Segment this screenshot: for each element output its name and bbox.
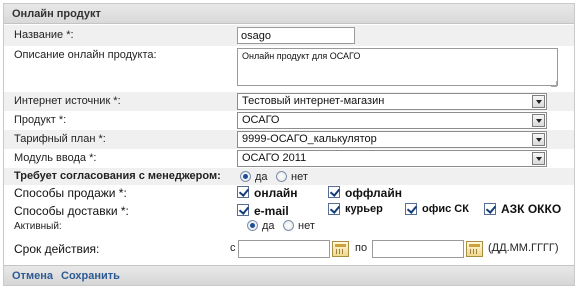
panel-footer: Отмена Сохранить <box>4 265 574 285</box>
tariff-label: Тарифный план *: <box>14 133 106 145</box>
source-select[interactable]: Тестовый интернет-магазин <box>237 93 547 110</box>
delivery-office-checkbox[interactable] <box>405 203 417 215</box>
approval-row: Требует согласования с менеджером: да не… <box>4 168 574 185</box>
delivery-azs-label: АЗК ОККО <box>501 202 562 216</box>
approval-yes-label: да <box>255 171 268 183</box>
online-product-panel: Онлайн продукт Название *: Описание онла… <box>3 3 575 286</box>
delivery-azs-checkbox[interactable] <box>484 203 496 215</box>
module-label: Модуль ввода *: <box>14 152 97 164</box>
name-input[interactable] <box>237 27 355 44</box>
sale-online-label: онлайн <box>254 186 298 200</box>
sale-offline-label: оффлайн <box>345 186 402 200</box>
delivery-email-label: e-mail <box>254 204 289 218</box>
approval-yes-radio[interactable] <box>240 171 251 182</box>
validity-from-label: с <box>230 242 236 254</box>
validity-to-input[interactable] <box>372 240 464 258</box>
delivery-office-label: офис СК <box>422 203 469 215</box>
active-row: Активный: да нет <box>4 217 574 236</box>
description-textarea-wrap: Онлайн продукт для ОСАГО <box>237 48 558 88</box>
tariff-select-value: 9999-ОСАГО_калькулятор <box>242 133 377 145</box>
active-no-radio[interactable] <box>283 220 294 231</box>
source-row: Интернет источник *: Тестовый интернет-м… <box>4 92 574 111</box>
resize-grip-icon[interactable] <box>551 81 557 87</box>
source-select-value: Тестовый интернет-магазин <box>242 95 385 107</box>
source-label: Интернет источник *: <box>14 95 121 107</box>
sale-online-checkbox[interactable] <box>237 186 249 198</box>
validity-label: Срок действия: <box>14 242 100 256</box>
delivery-courier-label: курьер <box>345 203 383 215</box>
cancel-link[interactable]: Отмена <box>12 270 53 282</box>
module-select[interactable]: ОСАГО 2011 <box>237 150 547 167</box>
approval-no-label: нет <box>291 171 308 183</box>
validity-to-label: по <box>355 242 368 254</box>
module-row: Модуль ввода *: ОСАГО 2011 <box>4 149 574 168</box>
product-select[interactable]: ОСАГО <box>237 112 547 129</box>
approval-label: Требует согласования с менеджером: <box>14 170 221 182</box>
active-yes-radio[interactable] <box>247 220 258 231</box>
panel-header: Онлайн продукт <box>4 4 574 24</box>
tariff-row: Тарифный план *: 9999-ОСАГО_калькулятор <box>4 130 574 149</box>
active-no-label: нет <box>298 220 315 232</box>
delivery-courier-checkbox[interactable] <box>328 203 340 215</box>
module-select-value: ОСАГО 2011 <box>242 152 307 164</box>
validity-row: Срок действия: с по (ДД.ММ.ГГГГ) <box>4 237 574 261</box>
calendar-icon[interactable] <box>332 241 349 257</box>
save-link[interactable]: Сохранить <box>61 270 120 282</box>
chevron-down-icon[interactable] <box>532 133 545 146</box>
validity-format-hint: (ДД.ММ.ГГГГ) <box>488 242 559 254</box>
chevron-down-icon[interactable] <box>532 114 545 127</box>
sale-methods-label: Способы продажи *: <box>14 186 127 200</box>
delivery-methods-label: Способы доставки *: <box>14 204 129 218</box>
description-label: Описание онлайн продукта: <box>14 49 157 61</box>
description-textarea[interactable]: Онлайн продукт для ОСАГО <box>237 48 558 86</box>
name-label: Название *: <box>14 29 74 41</box>
name-row: Название *: <box>4 25 574 46</box>
active-label: Активный: <box>14 221 62 232</box>
sale-offline-checkbox[interactable] <box>328 186 340 198</box>
product-label: Продукт *: <box>14 114 67 126</box>
chevron-down-icon[interactable] <box>532 95 545 108</box>
product-row: Продукт *: ОСАГО <box>4 111 574 130</box>
calendar-icon[interactable] <box>466 241 483 257</box>
chevron-down-icon[interactable] <box>532 152 545 165</box>
panel-title: Онлайн продукт <box>12 8 101 20</box>
approval-no-radio[interactable] <box>276 171 287 182</box>
active-yes-label: да <box>262 220 275 232</box>
sale-methods-row: Способы продажи *: онлайн оффлайн <box>4 185 574 201</box>
description-row: Описание онлайн продукта: Онлайн продукт… <box>4 46 574 92</box>
product-select-value: ОСАГО <box>242 114 280 126</box>
delivery-email-checkbox[interactable] <box>237 204 249 216</box>
validity-from-input[interactable] <box>238 240 330 258</box>
tariff-select[interactable]: 9999-ОСАГО_калькулятор <box>237 131 547 148</box>
